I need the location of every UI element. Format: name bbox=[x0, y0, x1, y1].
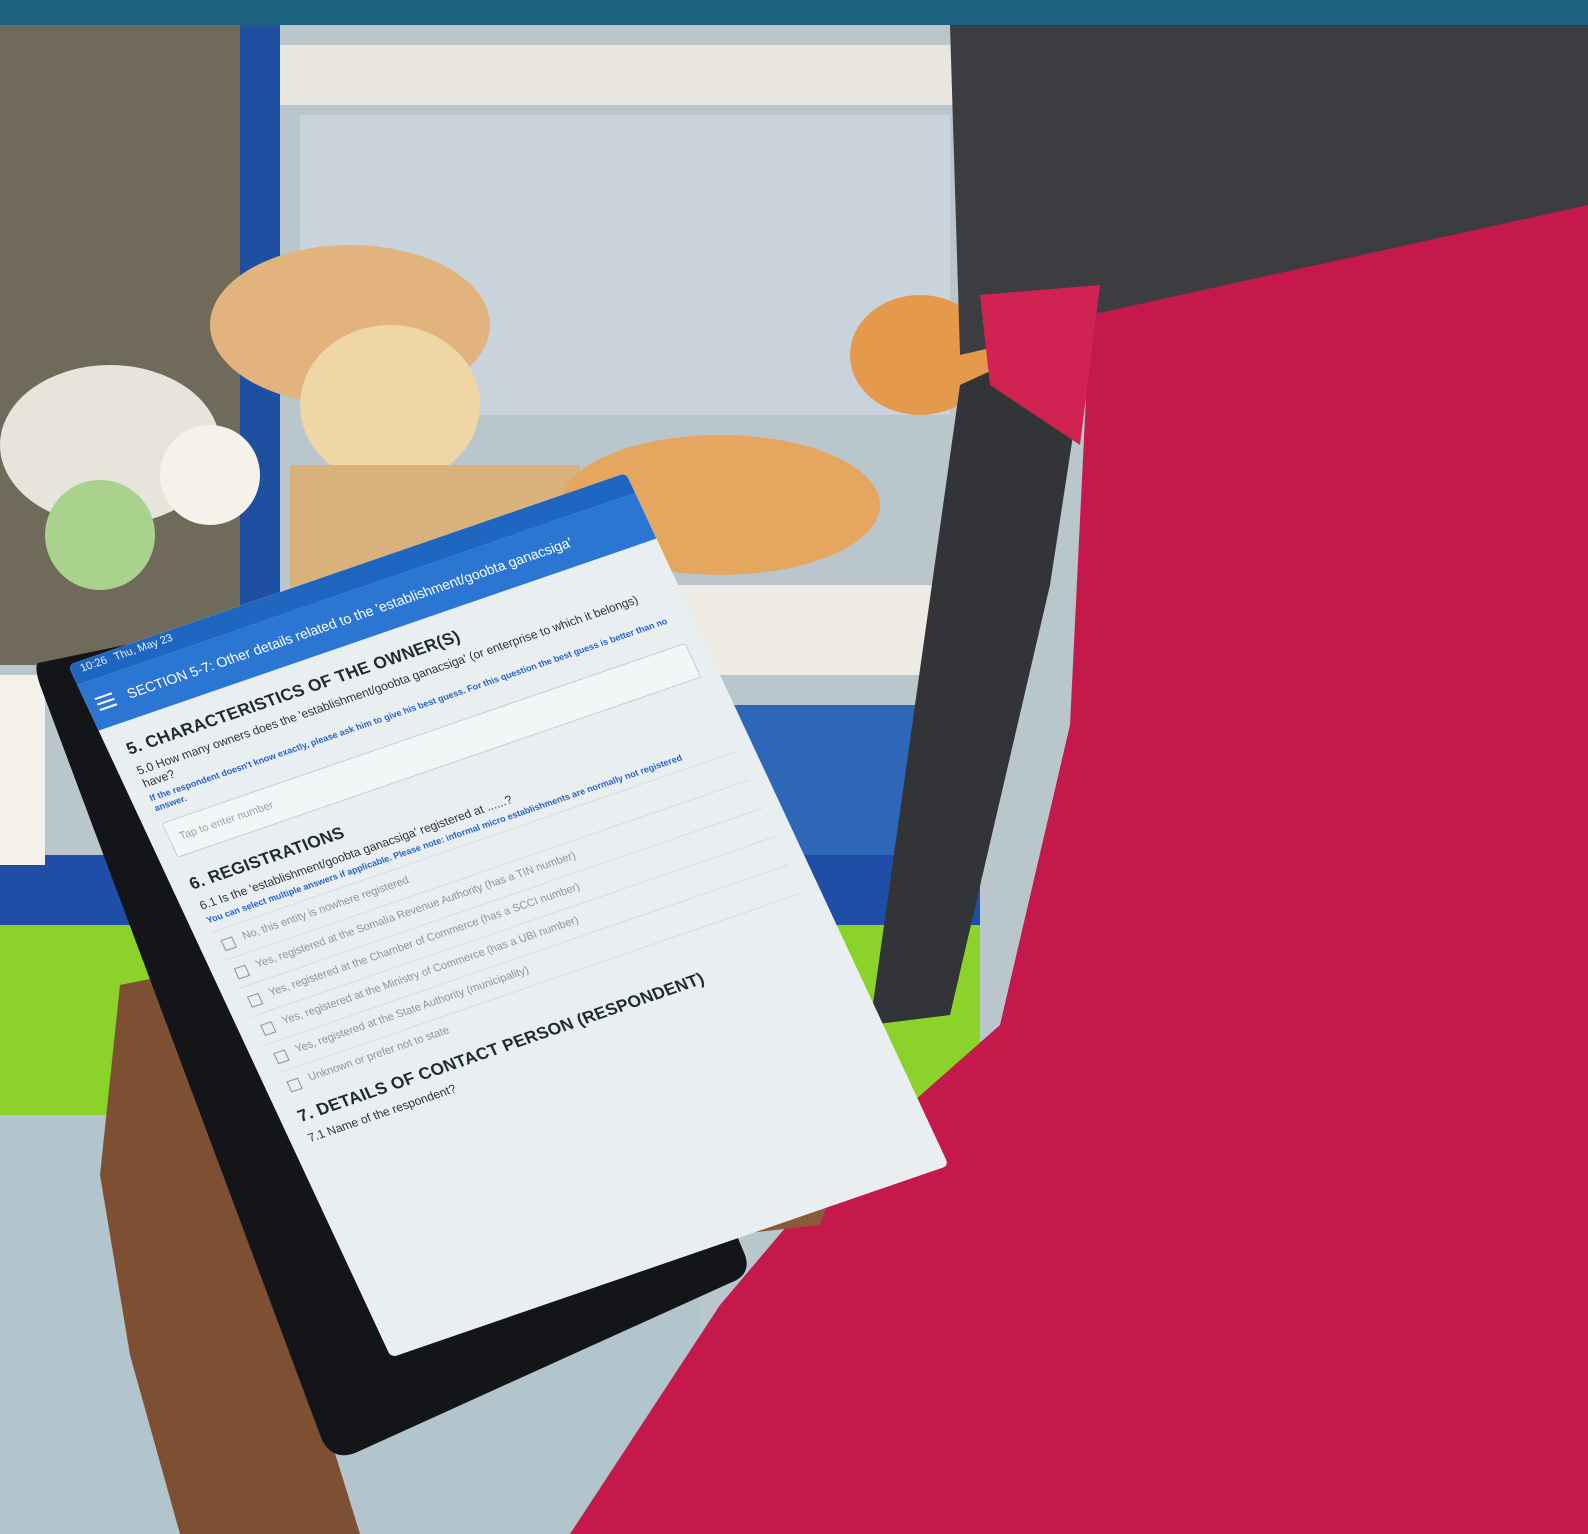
checkbox-icon[interactable] bbox=[273, 1049, 290, 1065]
photo-scene: 10:26 Thu, May 23 SECTION 5-7: Other det… bbox=[0, 25, 1588, 1534]
owners-number-placeholder: Tap to enter number bbox=[177, 799, 276, 843]
checkbox-icon[interactable] bbox=[286, 1077, 303, 1093]
checkbox-icon[interactable] bbox=[220, 936, 237, 952]
checkbox-icon[interactable] bbox=[260, 1021, 277, 1037]
top-banner bbox=[0, 0, 1588, 25]
hamburger-menu-icon[interactable] bbox=[94, 692, 118, 711]
checkbox-icon[interactable] bbox=[246, 992, 264, 1008]
checkbox-icon[interactable] bbox=[233, 964, 251, 980]
